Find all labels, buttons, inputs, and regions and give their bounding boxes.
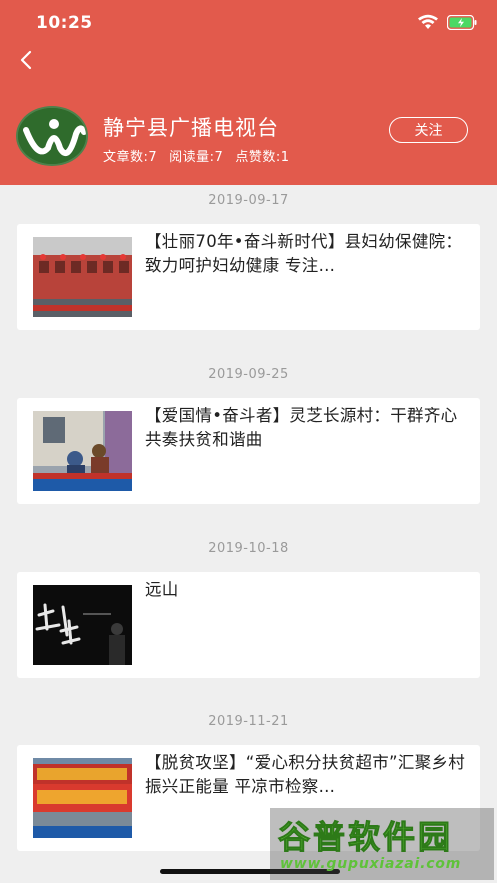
date-label: 2019-09-25 bbox=[208, 367, 289, 382]
battery-charging-icon bbox=[447, 14, 477, 30]
date-label: 2019-10-18 bbox=[208, 541, 289, 556]
status-bar: 10:25 bbox=[0, 0, 497, 48]
watermark-title: 谷普软件园 bbox=[277, 818, 454, 857]
back-button[interactable] bbox=[12, 46, 40, 74]
chevron-left-icon bbox=[20, 50, 32, 70]
status-icons bbox=[417, 14, 477, 30]
article-thumbnail bbox=[33, 585, 132, 665]
article-title: 远山 bbox=[145, 580, 179, 599]
like-count: 点赞数:1 bbox=[235, 150, 290, 165]
date-label: 2019-09-17 bbox=[208, 193, 289, 208]
article-thumbnail bbox=[33, 237, 132, 317]
supermarket-sign-photo-icon bbox=[33, 758, 132, 838]
article-card[interactable]: 【壮丽70年•奋斗新时代】县妇幼保健院：致力呵护妇幼健康 专注… bbox=[17, 224, 480, 330]
channel-stats: 文章数:7 阅读量:7 点赞数:1 bbox=[103, 146, 289, 165]
article-card[interactable]: 远山 bbox=[17, 572, 480, 678]
village-photo-icon bbox=[33, 411, 132, 491]
date-label: 2019-11-21 bbox=[208, 714, 289, 729]
channel-avatar[interactable] bbox=[16, 106, 88, 166]
watermark-url: www.gupuxiazai.com bbox=[280, 856, 462, 872]
article-title: 【脱贫攻坚】“爱心积分扶贫超市”汇聚乡村振兴正能量 平凉市检察… bbox=[145, 753, 466, 796]
hospital-photo-icon bbox=[33, 237, 132, 317]
article-title: 【壮丽70年•奋斗新时代】县妇幼保健院：致力呵护妇幼健康 专注… bbox=[145, 232, 463, 275]
article-thumbnail bbox=[33, 411, 132, 491]
article-title: 【爱国情•奋斗者】灵芝长源村：干群齐心 共奏扶贫和谐曲 bbox=[145, 406, 458, 449]
channel-header: 10:25 静宁县广播电视台 文章数:7 阅读量:7 点赞数:1 关注 bbox=[0, 0, 497, 185]
follow-button[interactable]: 关注 bbox=[389, 117, 468, 143]
site-watermark: 谷普软件园 www.gupuxiazai.com bbox=[270, 808, 494, 880]
article-count: 文章数:7 bbox=[103, 150, 158, 165]
wifi-icon bbox=[418, 14, 438, 29]
read-count: 阅读量:7 bbox=[169, 150, 224, 165]
article-card[interactable]: 【爱国情•奋斗者】灵芝长源村：干群齐心 共奏扶贫和谐曲 bbox=[17, 398, 480, 504]
mountain-title-photo-icon bbox=[33, 585, 132, 665]
status-time: 10:25 bbox=[36, 13, 93, 33]
channel-logo-icon bbox=[18, 108, 86, 164]
channel-name: 静宁县广播电视台 bbox=[103, 116, 279, 140]
article-thumbnail bbox=[33, 758, 132, 838]
